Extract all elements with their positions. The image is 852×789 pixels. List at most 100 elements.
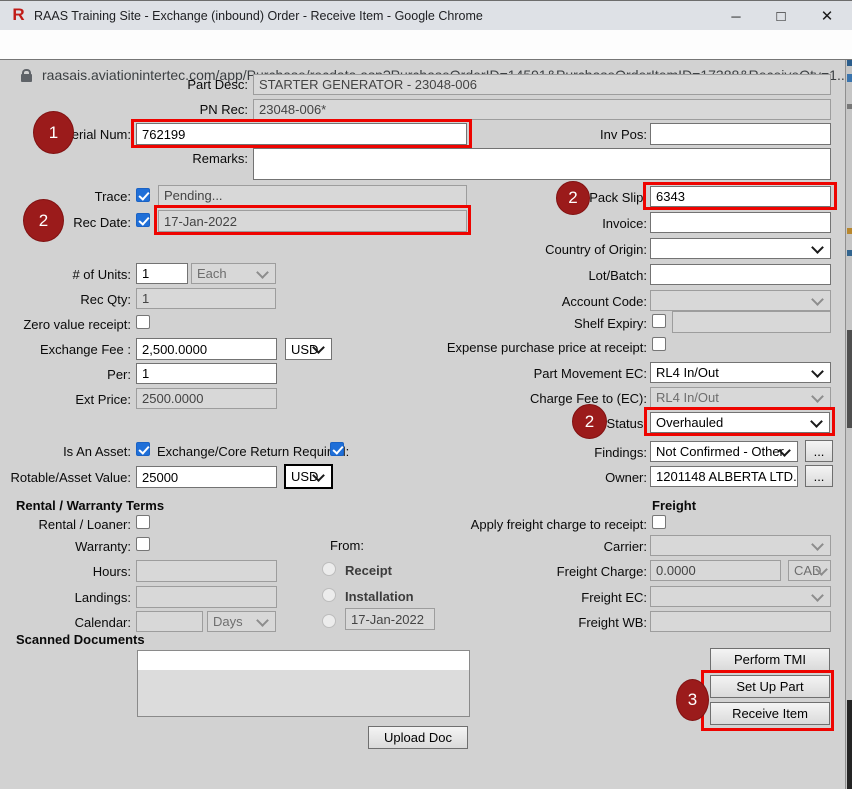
calendar-label: Calendar: — [75, 615, 131, 630]
rotable-currency-select[interactable]: USD — [284, 464, 333, 489]
from-installation-radio — [322, 588, 336, 602]
findings-select[interactable]: Not Confirmed - Other — [650, 441, 798, 462]
freight-charge-currency-select: CAD — [788, 560, 831, 581]
rental-loaner-checkbox[interactable] — [136, 515, 150, 529]
exchange-fee-label: Exchange Fee : — [40, 342, 131, 357]
findings-value: Not Confirmed - Other — [656, 444, 784, 459]
scanned-documents-header: Scanned Documents — [16, 632, 145, 647]
part-movement-ec-label: Part Movement EC: — [534, 366, 647, 381]
num-units-unit-value: Each — [197, 266, 227, 281]
chevron-down-icon — [256, 614, 269, 627]
chevron-down-icon — [811, 390, 824, 403]
annotation-circle-2b: 2 — [556, 181, 590, 215]
hours-label: Hours: — [93, 564, 131, 579]
charge-fee-to-ec-select: RL4 In/Out — [650, 387, 831, 408]
calendar-unit-value: Days — [213, 614, 243, 629]
rental-warranty-header: Rental / Warranty Terms — [16, 498, 164, 513]
background-window-fragment — [847, 74, 852, 82]
rec-qty-field: 1 — [136, 288, 276, 309]
from-receipt-radio — [322, 562, 336, 576]
owner-lookup-button[interactable]: ... — [805, 465, 833, 487]
per-input[interactable]: 1 — [136, 363, 277, 384]
annotation-rect-pack-slip — [643, 182, 837, 210]
owner-label: Owner: — [605, 470, 647, 485]
invoice-input[interactable] — [650, 212, 831, 233]
freight-wb-label: Freight WB: — [578, 615, 647, 630]
browser-window: R RAAS Training Site - Exchange (inbound… — [0, 0, 852, 789]
minimize-button[interactable]: ─ — [719, 1, 753, 31]
account-code-label: Account Code: — [562, 294, 647, 309]
findings-lookup-button[interactable]: ... — [805, 440, 833, 462]
from-label: From: — [330, 538, 364, 553]
trace-checkbox[interactable] — [136, 188, 150, 202]
carrier-label: Carrier: — [604, 539, 647, 554]
carrier-select — [650, 535, 831, 556]
exchange-fee-input[interactable]: 2,500.0000 — [136, 338, 277, 360]
zero-value-receipt-label: Zero value receipt: — [23, 317, 131, 332]
status-label: Status: — [607, 416, 647, 431]
annotation-rect-serial-num — [131, 119, 472, 148]
scanned-documents-list[interactable] — [137, 650, 470, 717]
close-button[interactable]: ✕ — [810, 1, 844, 31]
pack-slip-label: Pack Slip: — [589, 190, 647, 205]
from-receipt-label: Receipt — [345, 563, 392, 578]
freight-charge-label: Freight Charge: — [557, 564, 647, 579]
exchange-core-return-label: Exchange/Core Return Required: — [157, 444, 349, 459]
warranty-checkbox[interactable] — [136, 537, 150, 551]
perform-tmi-button[interactable]: Perform TMI — [710, 648, 830, 671]
annotation-circle-2c: 2 — [572, 404, 607, 439]
remarks-label: Remarks: — [192, 151, 248, 166]
scanned-documents-empty-row[interactable] — [138, 651, 469, 670]
title-bar: R RAAS Training Site - Exchange (inbound… — [0, 0, 852, 30]
shelf-expiry-label: Shelf Expiry: — [574, 316, 647, 331]
chevron-down-icon — [256, 266, 269, 279]
rotable-asset-value-input[interactable]: 25000 — [136, 466, 277, 488]
from-installation-label: Installation — [345, 589, 414, 604]
chevron-down-icon — [811, 293, 824, 306]
chevron-down-icon — [811, 538, 824, 551]
calendar-field — [136, 611, 203, 632]
owner-input[interactable]: 1201148 ALBERTA LTD. — [650, 466, 798, 487]
calendar-unit-select: Days — [207, 611, 276, 632]
window-title: RAAS Training Site - Exchange (inbound) … — [34, 9, 483, 23]
shelf-expiry-checkbox[interactable] — [652, 314, 666, 328]
annotation-circle-3: 3 — [676, 679, 709, 721]
part-desc-label: Part Desc: — [187, 77, 248, 92]
rental-loaner-label: Rental / Loaner: — [38, 517, 131, 532]
chevron-down-icon — [811, 365, 824, 378]
hours-field — [136, 560, 277, 582]
trace-field: Pending... — [158, 185, 467, 206]
expense-purchase-checkbox[interactable] — [652, 337, 666, 351]
lot-batch-input[interactable] — [650, 264, 831, 285]
background-window-edge — [845, 60, 852, 789]
exchange-fee-currency-select[interactable]: USD — [285, 338, 332, 360]
shelf-expiry-field — [672, 311, 831, 333]
lock-icon — [21, 74, 32, 82]
remarks-input[interactable] — [253, 148, 831, 180]
address-bar[interactable]: raasais.aviationintertec.com/app/Purchas… — [0, 30, 852, 60]
landings-label: Landings: — [75, 590, 131, 605]
ext-price-field: 2500.0000 — [136, 388, 277, 409]
upload-doc-button[interactable]: Upload Doc — [368, 726, 468, 749]
background-window-fragment — [847, 60, 852, 66]
from-date-field: 17-Jan-2022 — [345, 608, 435, 630]
zero-value-receipt-checkbox[interactable] — [136, 315, 150, 329]
part-movement-ec-select[interactable]: RL4 In/Out — [650, 362, 831, 383]
warranty-label: Warranty: — [75, 539, 131, 554]
raas-favicon-icon: R — [10, 6, 27, 24]
apply-freight-label: Apply freight charge to receipt: — [471, 517, 647, 532]
pn-rec-label: PN Rec: — [200, 102, 248, 117]
landings-field — [136, 586, 277, 608]
rec-date-checkbox[interactable] — [136, 213, 150, 227]
apply-freight-checkbox[interactable] — [652, 515, 666, 529]
part-movement-ec-value: RL4 In/Out — [656, 365, 719, 380]
country-of-origin-select[interactable] — [650, 238, 831, 259]
inv-pos-input[interactable] — [650, 123, 831, 145]
trace-label: Trace: — [95, 189, 131, 204]
annotation-circle-1: 1 — [33, 111, 74, 154]
num-units-input[interactable]: 1 — [136, 263, 188, 284]
background-scrollbar-thumb — [847, 330, 852, 428]
is-an-asset-checkbox[interactable] — [136, 442, 150, 456]
maximize-button[interactable]: □ — [764, 1, 798, 31]
exchange-core-return-checkbox[interactable] — [330, 442, 344, 456]
